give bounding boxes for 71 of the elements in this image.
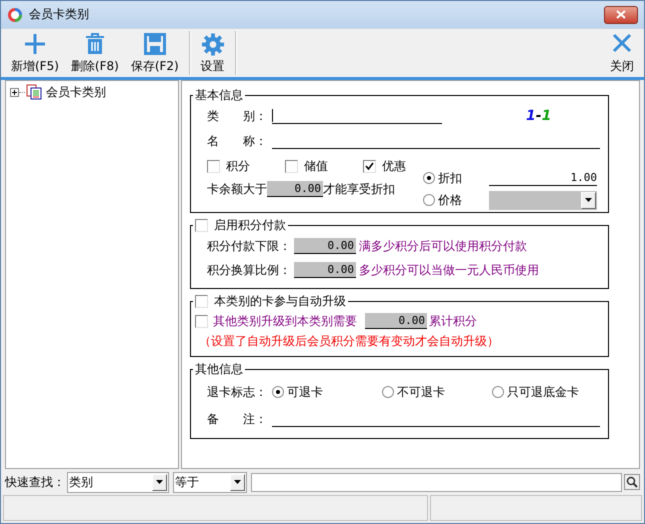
dropdown-field[interactable]: 类别	[67, 472, 169, 492]
close-icon	[612, 33, 632, 53]
field-label: 备 注：	[207, 410, 268, 428]
field-label: 累计积分	[429, 312, 477, 330]
checkbox[interactable]	[363, 160, 376, 172]
field-label: 名 称：	[207, 132, 268, 150]
close-icon	[616, 10, 626, 19]
field-label: 积分付款下限：	[207, 238, 291, 254]
checkbox-label: 其他类别升级到本类别需要	[213, 312, 357, 330]
expander-icon[interactable]	[10, 88, 19, 96]
group-title: 基本信息	[194, 87, 244, 104]
hint-text: 满多少积分后可以使用积分付款	[359, 238, 527, 254]
toolbar-button[interactable]: 删除(F8)	[64, 29, 125, 77]
caret-icon	[156, 480, 163, 484]
group-title: 本类别的卡参与自动升级	[214, 293, 346, 310]
caret-icon	[234, 480, 241, 484]
app-logo-icon	[7, 6, 23, 22]
number-field[interactable]: 1.00	[489, 170, 597, 186]
input-field[interactable]	[272, 108, 442, 124]
number-field[interactable]: 0.00	[365, 313, 427, 329]
radio-button[interactable]	[492, 386, 504, 398]
trash-icon	[84, 33, 105, 55]
group-title: 启用积分付款	[214, 217, 286, 234]
dropdown-button[interactable]	[581, 192, 596, 208]
dropdown-field[interactable]: 等于	[173, 472, 247, 492]
warning-text: （设置了自动升级后会员积分需要有变动才会自动升级）	[199, 332, 499, 350]
field-label: 卡余额大于	[207, 180, 267, 198]
radio-label: 可退卡	[287, 384, 323, 400]
documents-icon	[26, 84, 42, 100]
field-label: 类 别：	[207, 108, 268, 124]
checkbox[interactable]	[285, 160, 298, 172]
code-label: 1-1	[526, 108, 552, 124]
checkbox-label: 积分	[226, 158, 250, 174]
field-label: 退卡标志：	[207, 384, 268, 400]
toolbar-button[interactable]: 新增(F5)	[5, 29, 65, 77]
search-button[interactable]	[624, 474, 640, 490]
dropdown-button[interactable]	[152, 474, 167, 490]
toolbar-button[interactable]: 保存(F2)	[124, 29, 185, 77]
checkbox[interactable]	[195, 295, 208, 308]
number-field[interactable]: 0.00	[294, 238, 356, 254]
caret-icon	[585, 198, 592, 202]
group-title: 其他信息	[194, 361, 244, 378]
window-title: 会员卡类别	[29, 6, 89, 23]
radio-button[interactable]	[423, 172, 435, 184]
checkbox[interactable]	[207, 160, 220, 172]
field-label: 才能享受折扣	[323, 180, 395, 198]
field-label: 积分换算比例：	[207, 262, 291, 278]
plus-icon	[24, 33, 46, 55]
radio-label: 折扣	[438, 170, 462, 186]
toolbar-button[interactable]: 关闭	[604, 29, 640, 77]
number-field[interactable]: 0.00	[294, 262, 356, 278]
radio-label: 不可退卡	[397, 384, 445, 400]
radio-button[interactable]	[382, 386, 394, 398]
dropdown-button[interactable]	[230, 474, 245, 490]
close-button[interactable]	[604, 6, 638, 24]
radio-label: 价格	[438, 192, 462, 208]
checkbox[interactable]	[195, 219, 208, 232]
number-field[interactable]: 0.00	[267, 181, 323, 197]
tree-item[interactable]: 会员卡类别	[46, 84, 106, 100]
checkbox-label: 储值	[304, 158, 328, 174]
search-label: 快速查找：	[5, 474, 65, 490]
checkbox-label: 优惠	[382, 158, 406, 174]
toolbar-button[interactable]: 设置	[194, 29, 231, 77]
checkbox[interactable]	[195, 314, 208, 328]
settings-icon	[200, 33, 225, 56]
radio-label: 只可退底金卡	[507, 384, 579, 400]
radio-button[interactable]	[423, 194, 435, 206]
search-field[interactable]	[251, 472, 622, 492]
radio-button[interactable]	[272, 386, 284, 398]
hint-text: 多少积分可以当做一元人民币使用	[359, 262, 539, 278]
dropdown-field[interactable]	[489, 190, 597, 210]
